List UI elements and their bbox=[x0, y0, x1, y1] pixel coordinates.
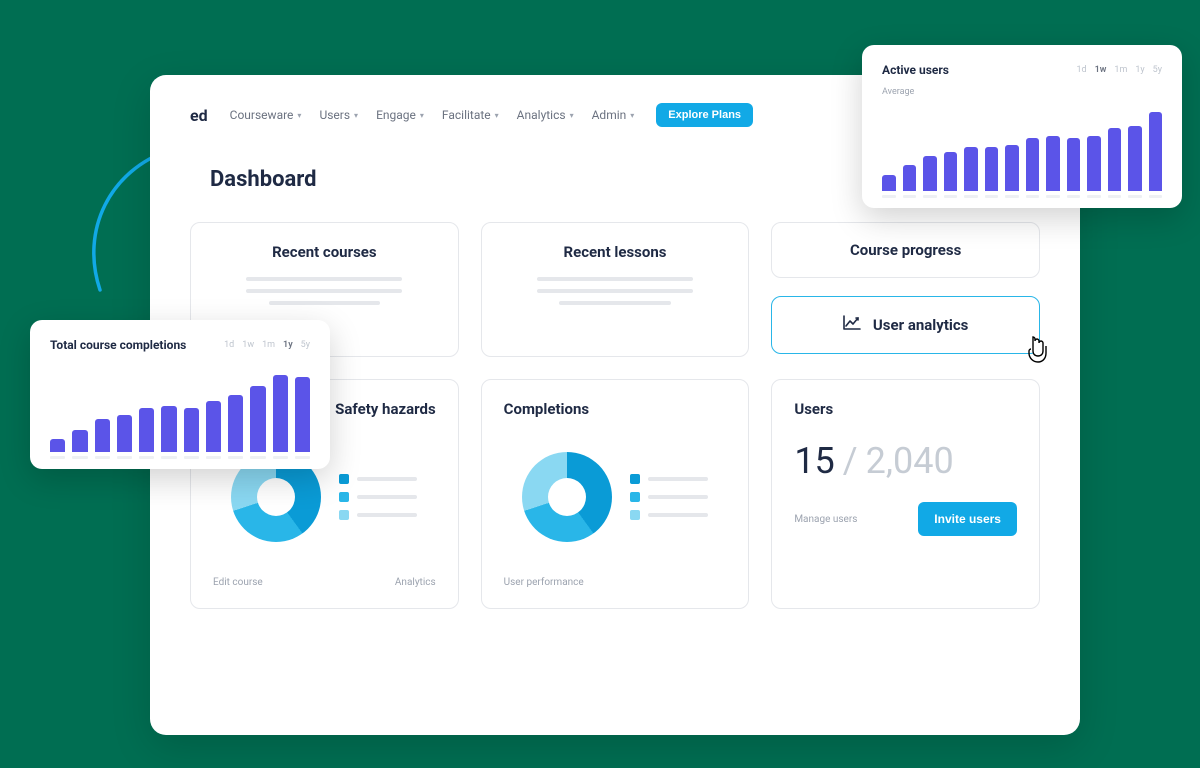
range-selector[interactable]: 1d 1w 1m 1y 5y bbox=[224, 340, 310, 350]
line-chart-icon bbox=[843, 315, 861, 335]
nav-analytics[interactable]: Analytics▾ bbox=[517, 108, 574, 122]
nav-admin[interactable]: Admin▾ bbox=[592, 108, 635, 122]
card-title: Users bbox=[794, 400, 1017, 418]
skeleton-content bbox=[504, 277, 727, 305]
nav-facilitate[interactable]: Facilitate▾ bbox=[442, 108, 499, 122]
card-title: Recent courses bbox=[213, 243, 436, 261]
chevron-down-icon: ▾ bbox=[354, 111, 358, 120]
card-title: User analytics bbox=[873, 316, 968, 334]
bar-chart bbox=[882, 101, 1162, 191]
card-completions: Completions User performance bbox=[481, 379, 750, 609]
card-users: Users 15 / 2,040 Manage users Invite use… bbox=[771, 379, 1040, 609]
card-title: Completions bbox=[504, 400, 727, 418]
logo: ed bbox=[190, 106, 208, 125]
chevron-down-icon: ▾ bbox=[297, 111, 301, 120]
chevron-down-icon: ▾ bbox=[570, 111, 574, 120]
users-count: 15 / 2,040 bbox=[794, 440, 1017, 482]
nav-users[interactable]: Users▾ bbox=[319, 108, 358, 122]
skeleton-content bbox=[213, 277, 436, 305]
manage-users-link[interactable]: Manage users bbox=[794, 514, 857, 525]
user-performance-link[interactable]: User performance bbox=[504, 577, 584, 588]
card-title: Recent lessons bbox=[504, 243, 727, 261]
nav-engage[interactable]: Engage▾ bbox=[376, 108, 424, 122]
card-title: Course progress bbox=[794, 241, 1017, 259]
analytics-link[interactable]: Analytics bbox=[395, 577, 436, 588]
card-user-analytics[interactable]: User analytics bbox=[771, 296, 1040, 354]
popover-active-users: Active users 1d 1w 1m 1y 5y Average bbox=[862, 45, 1182, 208]
chart-legend bbox=[339, 474, 417, 520]
popover-course-completions: Total course completions 1d 1w 1m 1y 5y bbox=[30, 320, 330, 469]
card-course-progress[interactable]: Course progress bbox=[771, 222, 1040, 278]
edit-course-link[interactable]: Edit course bbox=[213, 577, 263, 588]
average-label: Average bbox=[882, 87, 1162, 97]
invite-users-button[interactable]: Invite users bbox=[918, 502, 1017, 536]
total-user-count: 2,040 bbox=[866, 440, 954, 482]
nav-courseware[interactable]: Courseware▾ bbox=[230, 108, 302, 122]
range-selector[interactable]: 1d 1w 1m 1y 5y bbox=[1076, 65, 1162, 75]
popover-title: Active users bbox=[882, 63, 949, 77]
chevron-down-icon: ▾ bbox=[495, 111, 499, 120]
chevron-down-icon: ▾ bbox=[630, 111, 634, 120]
active-user-count: 15 bbox=[794, 440, 834, 482]
donut-chart bbox=[522, 452, 612, 542]
cursor-pointer-icon bbox=[1025, 335, 1051, 371]
card-recent-lessons: Recent lessons bbox=[481, 222, 750, 357]
popover-title: Total course completions bbox=[50, 338, 186, 352]
chevron-down-icon: ▾ bbox=[420, 111, 424, 120]
explore-plans-button[interactable]: Explore Plans bbox=[656, 103, 753, 127]
chart-legend bbox=[630, 474, 708, 520]
bar-chart bbox=[50, 362, 310, 452]
